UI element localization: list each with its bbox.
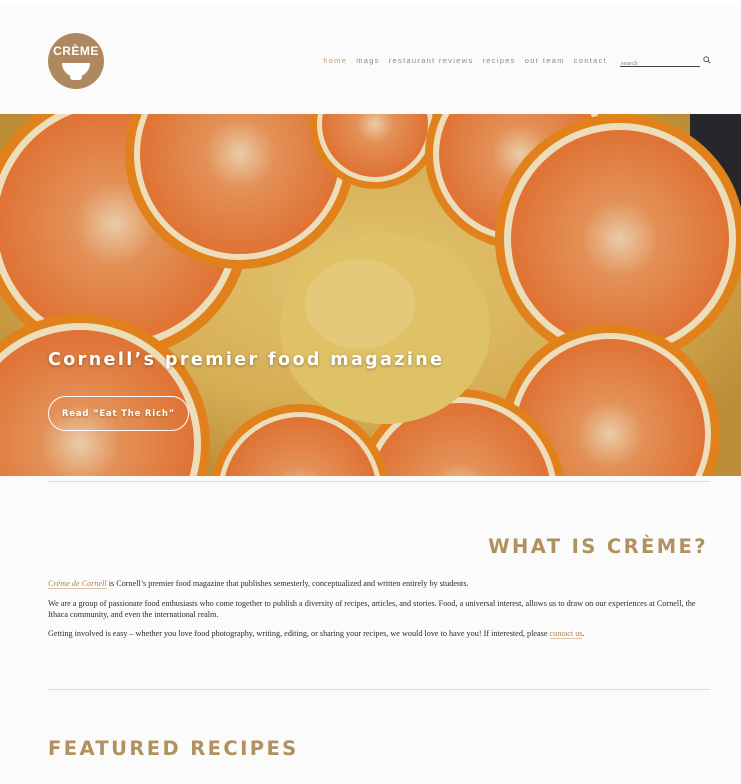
about-paragraph-3: Getting involved is easy – whether you l… bbox=[48, 629, 708, 640]
nav-item-contact[interactable]: contact bbox=[574, 56, 607, 65]
search-input[interactable] bbox=[620, 57, 698, 70]
featured-recipes-heading: FEATURED RECIPES bbox=[48, 737, 299, 760]
creme-de-cornell-link[interactable]: Crème de Cornell bbox=[48, 579, 107, 589]
contact-us-link[interactable]: contact us bbox=[549, 629, 583, 639]
hero-banner: Cornell’s premier food magazine Read “Ea… bbox=[0, 114, 741, 476]
bowl-foot bbox=[70, 76, 82, 80]
nav-item-restaurant-reviews[interactable]: restaurant reviews bbox=[389, 56, 474, 65]
nav-item-our-team[interactable]: our team bbox=[525, 56, 565, 65]
about-paragraph-2: We are a group of passionate food enthus… bbox=[48, 599, 696, 619]
search-box bbox=[620, 52, 700, 70]
read-issue-button[interactable]: Read “Eat The Rich” bbox=[48, 396, 189, 431]
hero-title: Cornell’s premier food magazine bbox=[48, 350, 445, 370]
bowl-icon bbox=[62, 63, 90, 77]
nav-item-home[interactable]: home bbox=[323, 56, 347, 65]
nav-item-recipes[interactable]: recipes bbox=[482, 56, 515, 65]
divider bbox=[48, 481, 710, 482]
about-paragraph-1: Crème de Cornell is Cornell’s premier fo… bbox=[48, 579, 708, 590]
divider bbox=[48, 689, 710, 690]
nav-item-mags[interactable]: mags bbox=[356, 56, 380, 65]
logo-text: CRÈME bbox=[53, 44, 99, 58]
site-header: CRÈME home mags restaurant reviews recip… bbox=[0, 6, 741, 114]
p1-text: is Cornell’s premier food magazine that … bbox=[106, 579, 469, 588]
p3-text: Getting involved is easy – whether you l… bbox=[48, 629, 550, 638]
search-icon[interactable] bbox=[703, 56, 711, 64]
main-nav: home mags restaurant reviews recipes our… bbox=[314, 56, 607, 65]
p3-end: . bbox=[582, 629, 585, 638]
creme-logo[interactable]: CRÈME bbox=[48, 33, 104, 89]
about-heading: WHAT IS CRÈME? bbox=[488, 535, 708, 558]
